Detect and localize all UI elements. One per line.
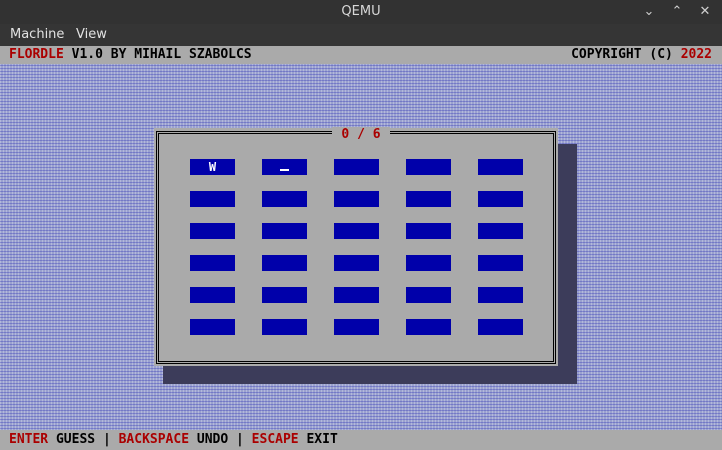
maximize-icon[interactable]: ⌃ [668, 3, 686, 21]
letter-cell [334, 223, 379, 239]
guest-screen[interactable]: FLORDLE V1.0 BY MIHAIL SZABOLCS COPYRIGH… [0, 46, 722, 450]
letter-cell [478, 191, 523, 207]
letter-cell [262, 223, 307, 239]
enter-key: ENTER [9, 432, 49, 447]
app-name: FLORDLE [9, 47, 64, 62]
guess-counter: 0 / 6 [332, 127, 390, 143]
letter-cell [334, 255, 379, 271]
menu-machine[interactable]: Machine [8, 27, 66, 42]
enter-action: GUESS [48, 432, 103, 447]
escape-action: EXIT [298, 432, 338, 447]
copyright-text: COPYRIGHT (C) [571, 47, 681, 62]
status-header: FLORDLE V1.0 BY MIHAIL SZABOLCS COPYRIGH… [0, 46, 722, 64]
copyright: COPYRIGHT (C) 2022 [571, 46, 712, 64]
letter-cell [478, 223, 523, 239]
letter-cell [262, 159, 307, 175]
key-hints-bar: ENTER GUESS | BACKSPACE UNDO | ESCAPE EX… [0, 430, 722, 450]
letter-cell [190, 255, 235, 271]
dialog-shadow-right [557, 144, 577, 384]
letter-cell [262, 255, 307, 271]
letter-cell [406, 287, 451, 303]
letter-cell [334, 159, 379, 175]
letter-cell: W [190, 159, 235, 175]
letter-cell [406, 223, 451, 239]
separator: | [102, 432, 111, 447]
letter-cell [478, 319, 523, 335]
letter-cell [406, 255, 451, 271]
minimize-icon[interactable]: ⌄ [640, 3, 658, 21]
menu-view[interactable]: View [74, 27, 109, 42]
letter-cell [478, 159, 523, 175]
letter-cell [334, 191, 379, 207]
letter-cell [190, 191, 235, 207]
backspace-action: UNDO [189, 432, 237, 447]
app-byline: V1.0 BY MIHAIL SZABOLCS [63, 47, 252, 62]
letter-cell [262, 287, 307, 303]
copyright-year: 2022 [680, 47, 712, 62]
letter-cell [406, 191, 451, 207]
text-cursor [280, 169, 289, 171]
menu-bar: Machine View [0, 24, 722, 46]
letter-cell [262, 191, 307, 207]
letter-cell [478, 287, 523, 303]
letter-cell [334, 287, 379, 303]
separator: | [236, 432, 244, 447]
letter-cell [478, 255, 523, 271]
dialog-shadow-bottom [163, 366, 577, 384]
letter-cell [190, 223, 235, 239]
letter-cell [190, 287, 235, 303]
letter-cell [406, 159, 451, 175]
letter-cell [334, 319, 379, 335]
backspace-key: BACKSPACE [110, 432, 190, 447]
close-icon[interactable]: ✕ [696, 3, 714, 21]
letter-cell [262, 319, 307, 335]
letter-cell [190, 319, 235, 335]
window-titlebar: QEMU ⌄ ⌃ ✕ [0, 0, 722, 24]
letter-cell [406, 319, 451, 335]
window-title: QEMU [341, 4, 381, 19]
escape-key: ESCAPE [243, 432, 299, 447]
app-title: FLORDLE V1.0 BY MIHAIL SZABOLCS [9, 46, 252, 64]
